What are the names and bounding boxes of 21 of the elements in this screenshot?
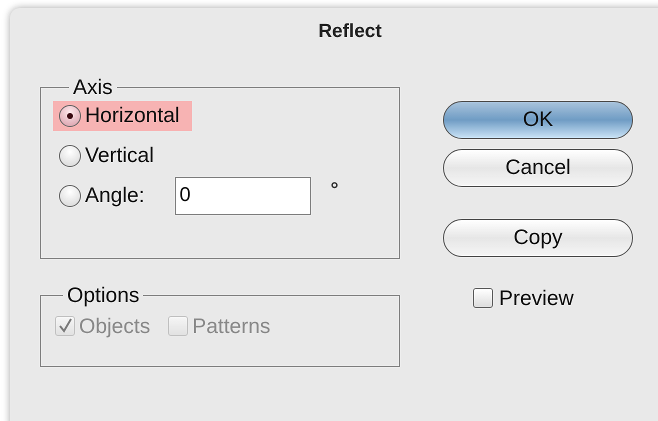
dialog-button[interactable]: Copy — [443, 218, 633, 256]
checkbox-label: Patterns — [192, 314, 270, 340]
group-title: Options — [66, 284, 140, 306]
radio-button[interactable] — [59, 184, 81, 206]
checkbox[interactable] — [473, 288, 493, 308]
radio-option[interactable]: Angle: — [53, 180, 157, 210]
radio-button[interactable] — [59, 144, 81, 166]
radio-label: Horizontal — [85, 102, 180, 129]
radio-option[interactable]: Vertical — [53, 140, 166, 170]
window-title: Reflect — [318, 20, 382, 44]
radio-option[interactable]: Horizontal — [53, 100, 192, 130]
checkbox-label: Preview — [499, 286, 574, 312]
radio-button[interactable] — [59, 104, 81, 126]
radio-label: Angle: — [85, 182, 145, 209]
dialog-button[interactable]: Cancel — [443, 148, 633, 186]
group-title: Axis — [72, 76, 114, 98]
radio-label: Vertical — [85, 142, 154, 169]
angle-field[interactable]: 0 — [174, 176, 311, 214]
checkbox-label: Objects — [79, 314, 150, 340]
dialog-button[interactable]: OK — [443, 100, 633, 138]
degree-unit: ° — [330, 178, 339, 202]
